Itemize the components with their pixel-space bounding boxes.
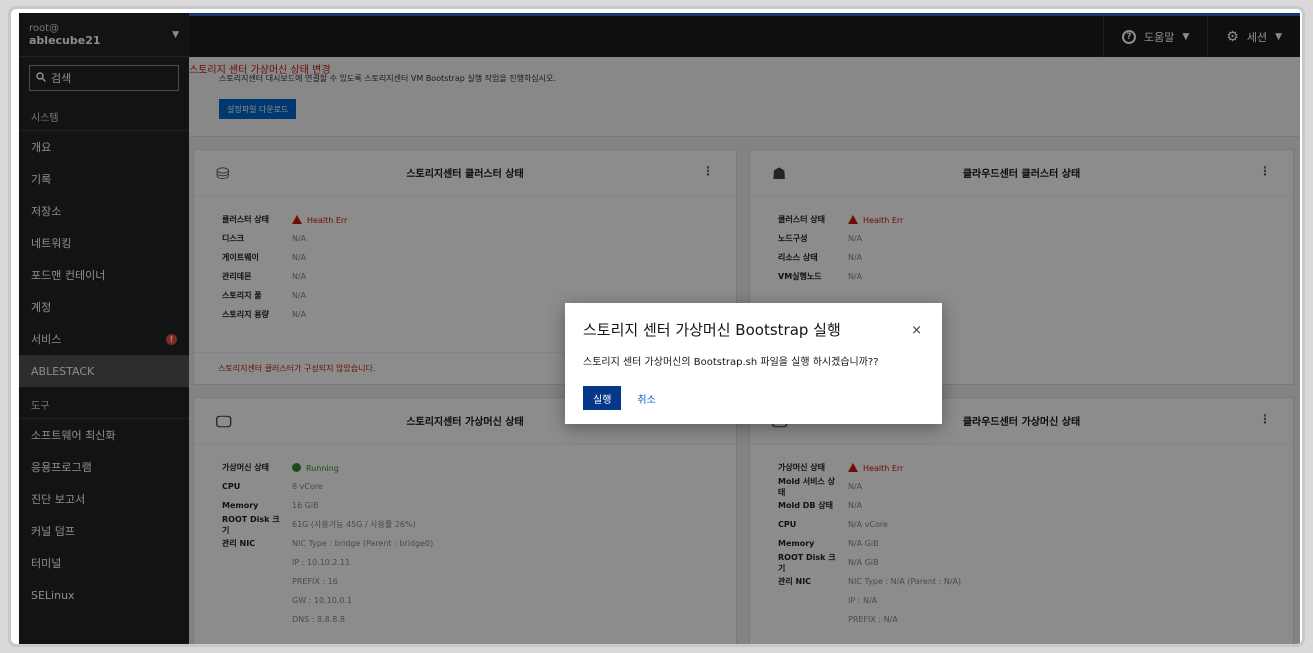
app-window: root@ ablecube21 ▼ 검색 시스템 개요 기록 저장소 네트워킹 포드맨 …: [19, 13, 1300, 644]
execute-button[interactable]: 실행: [583, 386, 622, 410]
cancel-button[interactable]: 취소: [637, 391, 655, 406]
dialog-actions: 실행 취소: [583, 386, 924, 410]
dialog-title: 스토리지 센터 가상머신 Bootstrap 실행: [583, 321, 841, 339]
close-icon[interactable]: ×: [911, 323, 922, 338]
bootstrap-confirm-dialog: 스토리지 센터 가상머신 Bootstrap 실행 × 스토리지 센터 가상머신…: [565, 303, 942, 424]
screenshot-frame: root@ ablecube21 ▼ 검색 시스템 개요 기록 저장소 네트워킹 포드맨 …: [8, 6, 1305, 647]
dialog-message: 스토리지 센터 가상머신의 Bootstrap.sh 파일을 실행 하시겠습니까…: [583, 357, 879, 368]
